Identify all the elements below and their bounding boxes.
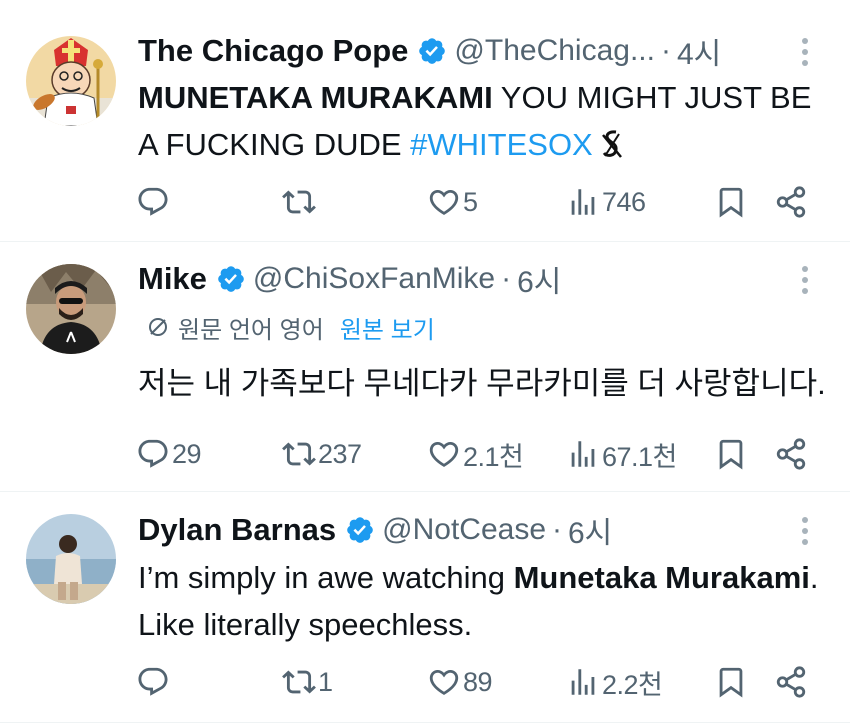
- username-handle[interactable]: @ChiSoxFanMike: [253, 262, 495, 296]
- translation-label: 원문 언어 영어: [178, 316, 324, 344]
- tweet[interactable]: The Chicago Pope @TheChicag... · 4시 MUNE…: [0, 0, 850, 242]
- avatar[interactable]: [26, 264, 116, 354]
- reply-icon: [138, 439, 168, 468]
- reply-icon: [138, 187, 168, 216]
- tweet-text: MUNETAKA MURAKAMI YOU MIGHT JUST BE A FU…: [138, 74, 828, 168]
- repost-button[interactable]: 237: [282, 432, 362, 476]
- separator-dot: ·: [552, 513, 562, 546]
- tweet-text: I’m simply in awe watching Munetaka Mura…: [138, 554, 828, 648]
- verified-icon: [347, 517, 373, 543]
- avatar[interactable]: [26, 514, 116, 604]
- text-bold: MUNETAKA MURAKAMI: [138, 80, 493, 115]
- tweet-header: Dylan Barnas @NotCease · 6시: [138, 508, 612, 552]
- action-bar: 29 237 2.1천 67.1천: [0, 432, 850, 476]
- verified-icon: [218, 266, 244, 292]
- like-button[interactable]: 89: [427, 660, 493, 704]
- separator-dot: ·: [660, 34, 671, 67]
- bookmark-button[interactable]: [714, 432, 748, 476]
- white-sox-logo: [601, 130, 622, 158]
- tweet[interactable]: Mike @ChiSoxFanMike · 6시 원문 언어 영어 원본 보기 …: [0, 242, 850, 492]
- repost-count: 237: [318, 438, 362, 469]
- tweet-header: Mike @ChiSoxFanMike · 6시: [138, 257, 561, 301]
- reply-button[interactable]: 29: [136, 432, 202, 476]
- username-handle[interactable]: @TheChicag...: [454, 34, 655, 68]
- bookmark-icon: [719, 439, 743, 470]
- repost-icon: [282, 442, 316, 466]
- share-icon: [776, 186, 806, 218]
- bookmark-icon: [719, 667, 743, 698]
- timestamp[interactable]: 6시: [517, 257, 561, 301]
- like-button[interactable]: 5: [427, 180, 478, 224]
- text-content: 저는 내 가족보다 무네다카 무라카미를 더 사랑합니다.: [138, 366, 826, 401]
- display-name[interactable]: Dylan Barnas: [138, 512, 336, 548]
- bookmark-button[interactable]: [714, 180, 748, 224]
- more-icon[interactable]: [793, 511, 817, 551]
- like-count: 5: [463, 186, 478, 217]
- tweet-text: 저는 내 가족보다 무네다카 무라카미를 더 사랑합니다.: [138, 360, 828, 407]
- display-name[interactable]: Mike: [138, 261, 207, 297]
- like-count: 89: [463, 666, 493, 697]
- display-name[interactable]: The Chicago Pope: [138, 33, 408, 69]
- username-handle[interactable]: @NotCease: [382, 513, 546, 547]
- hashtag-link[interactable]: #WHITESOX: [410, 127, 593, 162]
- share-icon: [776, 666, 806, 698]
- views-count: 2.2천: [602, 669, 663, 700]
- view-original-link[interactable]: 원본 보기: [340, 310, 435, 345]
- tweet[interactable]: Dylan Barnas @NotCease · 6시 I’m simply i…: [0, 492, 850, 725]
- reply-button[interactable]: [136, 180, 172, 224]
- action-bar: 1 89 2.2천: [0, 660, 850, 704]
- bookmark-icon: [719, 187, 743, 218]
- share-button[interactable]: [774, 180, 808, 224]
- views-count: 67.1천: [602, 441, 677, 472]
- timestamp[interactable]: 4시: [677, 29, 721, 73]
- views-count: 746: [602, 186, 646, 217]
- repost-icon: [282, 190, 316, 214]
- repost-count: 1: [318, 666, 333, 697]
- reply-icon: [138, 667, 168, 696]
- repost-button[interactable]: [282, 180, 318, 224]
- share-icon: [776, 438, 806, 470]
- views-button[interactable]: 67.1천: [566, 432, 677, 476]
- separator-dot: ·: [501, 262, 512, 295]
- repost-icon: [282, 670, 316, 694]
- tweet-header: The Chicago Pope @TheChicag... · 4시: [138, 29, 721, 73]
- like-icon: [429, 441, 459, 467]
- reply-button[interactable]: [136, 660, 172, 704]
- like-icon: [429, 669, 459, 695]
- like-button[interactable]: 2.1천: [427, 432, 524, 476]
- timestamp[interactable]: 6시: [568, 508, 612, 552]
- translation-bar: 원문 언어 영어 원본 보기: [146, 309, 435, 345]
- divider: [0, 722, 850, 723]
- more-icon[interactable]: [793, 32, 817, 72]
- more-icon[interactable]: [793, 260, 817, 300]
- share-button[interactable]: [774, 660, 808, 704]
- views-icon: [571, 441, 595, 467]
- repost-button[interactable]: 1: [282, 660, 333, 704]
- action-bar: 5 746: [0, 180, 850, 224]
- views-button[interactable]: 746: [566, 180, 646, 224]
- share-button[interactable]: [774, 432, 808, 476]
- verified-icon: [419, 38, 446, 64]
- bookmark-button[interactable]: [714, 660, 748, 704]
- translate-icon: [149, 318, 167, 336]
- like-count: 2.1천: [463, 441, 524, 472]
- avatar[interactable]: [26, 36, 116, 126]
- text-bold: Munetaka Murakami: [513, 560, 810, 595]
- like-icon: [429, 189, 459, 215]
- text-pre: I’m simply in awe watching: [138, 560, 514, 595]
- views-button[interactable]: 2.2천: [566, 660, 663, 704]
- reply-count: 29: [172, 438, 202, 469]
- views-icon: [571, 189, 595, 215]
- views-icon: [571, 669, 595, 695]
